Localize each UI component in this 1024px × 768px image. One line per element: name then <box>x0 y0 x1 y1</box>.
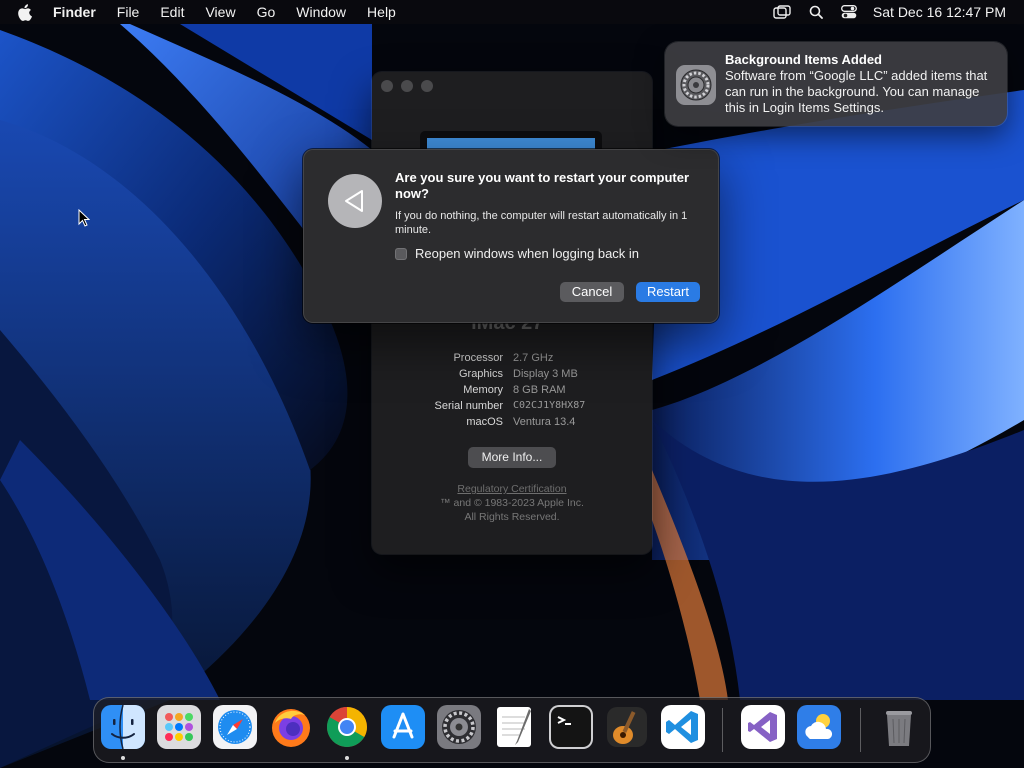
spec-row-graphics: Graphics Display 3 MB <box>372 366 652 382</box>
zoom-button[interactable] <box>421 80 433 92</box>
spec-label: Graphics <box>458 368 503 380</box>
menu-go[interactable]: Go <box>257 4 276 20</box>
system-settings-icon[interactable] <box>437 705 481 749</box>
firefox-icon[interactable] <box>269 705 313 749</box>
more-info-button[interactable]: More Info... <box>468 447 556 468</box>
restart-icon <box>328 174 382 228</box>
reopen-windows-label[interactable]: Reopen windows when logging back in <box>415 246 639 261</box>
spec-value: Display 3 MB <box>513 368 578 380</box>
cancel-button[interactable]: Cancel <box>560 282 624 302</box>
legal-text: Regulatory Certification ™ and © 1983-20… <box>372 482 652 524</box>
chrome-icon[interactable] <box>325 705 369 749</box>
apple-logo-icon[interactable] <box>17 3 37 21</box>
copyright-text: ™ and © 1983-2023 Apple Inc. <box>440 497 584 509</box>
restart-button[interactable]: Restart <box>636 282 700 302</box>
dock-separator <box>722 708 723 752</box>
spec-value: C02CJ1Y8HX87 <box>513 400 586 411</box>
spotlight-search-icon[interactable] <box>809 5 823 19</box>
spec-row-macos: macOS Ventura 13.4 <box>372 414 652 430</box>
spec-row-processor: Processor 2.7 GHz <box>372 350 652 366</box>
spec-label: macOS <box>466 416 503 428</box>
minimize-button[interactable] <box>401 80 413 92</box>
trash-icon[interactable] <box>877 705 921 749</box>
system-settings-gear-icon <box>676 65 716 105</box>
spec-row-memory: Memory 8 GB RAM <box>372 382 652 398</box>
textedit-icon[interactable] <box>493 705 537 749</box>
spec-label: Serial number <box>434 400 503 412</box>
spec-row-serial-number: Serial number C02CJ1Y8HX87 <box>372 398 652 414</box>
mouse-cursor-icon <box>78 208 91 232</box>
weather-icon[interactable] <box>797 705 841 749</box>
menu-bar: Finder File Edit View Go Window Help Sat… <box>0 0 1024 24</box>
reopen-windows-checkbox[interactable] <box>395 247 407 260</box>
window-controls <box>381 80 433 92</box>
vscode-icon[interactable] <box>661 705 705 749</box>
spec-label: Memory <box>463 384 503 396</box>
menu-file[interactable]: File <box>117 4 140 20</box>
spec-list: Processor 2.7 GHz Graphics Display 3 MB … <box>372 350 652 430</box>
garageband-icon[interactable] <box>605 705 649 749</box>
screen-mirroring-icon[interactable] <box>773 5 791 19</box>
launchpad-icon[interactable] <box>157 705 201 749</box>
spec-value: Ventura 13.4 <box>513 416 576 428</box>
menu-edit[interactable]: Edit <box>160 4 184 20</box>
app-store-icon[interactable] <box>381 705 425 749</box>
notification-body: Software from “Google LLC” added items t… <box>725 68 988 115</box>
notification-title: Background Items Added <box>725 52 882 67</box>
reopen-windows-checkbox-row[interactable]: Reopen windows when logging back in <box>395 246 639 261</box>
menu-help[interactable]: Help <box>367 4 396 20</box>
spec-value: 8 GB RAM <box>513 384 566 396</box>
dialog-message: If you do nothing, the computer will res… <box>395 210 688 236</box>
regulatory-certification-link[interactable]: Regulatory Certification <box>372 482 652 496</box>
safari-icon[interactable] <box>213 705 257 749</box>
restart-confirmation-dialog: Are you sure you want to restart your co… <box>303 149 719 323</box>
menu-view[interactable]: View <box>205 4 235 20</box>
running-indicator <box>121 756 125 760</box>
menu-app-name[interactable]: Finder <box>53 4 96 20</box>
dialog-title: Are you sure you want to restart your co… <box>395 170 690 201</box>
terminal-icon[interactable] <box>549 705 593 749</box>
dock <box>93 697 931 763</box>
menu-bar-clock[interactable]: Sat Dec 16 12:47 PM <box>873 4 1006 20</box>
finder-icon[interactable] <box>101 704 145 750</box>
background-items-notification[interactable]: Background Items Added Software from “Go… <box>665 42 1007 126</box>
menu-window[interactable]: Window <box>296 4 346 20</box>
dock-separator <box>860 708 861 752</box>
spec-value: 2.7 GHz <box>513 352 554 364</box>
menu-bar-status-area: Sat Dec 16 12:47 PM <box>755 0 1006 24</box>
running-indicator <box>345 756 349 760</box>
close-button[interactable] <box>381 80 393 92</box>
visual-studio-icon[interactable] <box>741 705 785 749</box>
control-center-icon[interactable] <box>840 5 857 19</box>
spec-label: Processor <box>453 352 503 364</box>
rights-text: All Rights Reserved. <box>464 511 560 523</box>
